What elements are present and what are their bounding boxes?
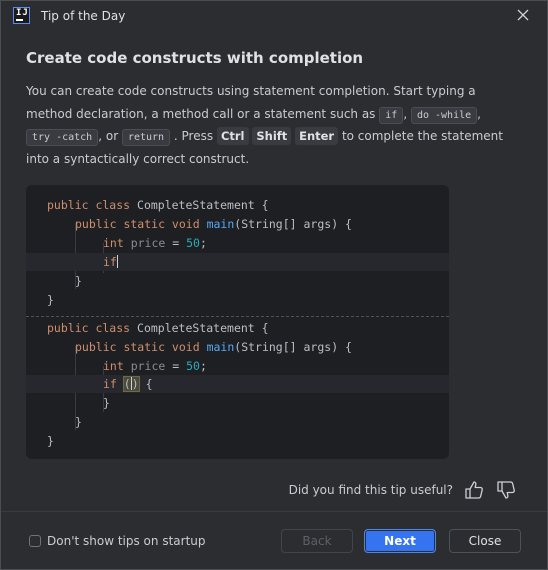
code-line: } — [26, 272, 449, 290]
code-token-try-catch: try -catch — [26, 129, 99, 147]
code-keyword: public static void — [75, 340, 207, 354]
code-keyword: int — [103, 236, 131, 250]
close-icon[interactable] — [515, 7, 531, 23]
next-button[interactable]: Next — [364, 529, 436, 553]
code-function: main — [206, 340, 235, 354]
code-line: } — [26, 432, 449, 450]
dont-show-tips-checkbox-row[interactable]: Don't show tips on startup — [29, 534, 206, 548]
code-text: CompleteStatement { — [137, 321, 269, 335]
window-title: Tip of the Day — [41, 9, 126, 23]
code-keyword: int — [103, 359, 131, 373]
code-line: public static void main(String[] args) { — [26, 215, 449, 233]
code-paren-close: ) — [131, 377, 139, 391]
code-line-current: if — [26, 253, 449, 271]
thumbs-up-icon[interactable] — [463, 479, 485, 501]
code-text: } — [75, 274, 82, 288]
code-variable: price — [130, 236, 166, 250]
code-line: public class CompleteStatement { — [26, 319, 449, 337]
code-line: public static void main(String[] args) { — [26, 338, 449, 356]
code-paren-open: ( — [123, 377, 131, 391]
key-enter: Enter — [295, 127, 339, 146]
code-keyword: public class — [47, 321, 138, 335]
tip-text-part1: You can create code constructs using sta… — [26, 84, 476, 121]
code-text: } — [75, 415, 82, 429]
code-line: public class CompleteStatement { — [26, 196, 449, 214]
code-line: } — [26, 291, 449, 309]
code-variable: price — [130, 359, 166, 373]
code-function: main — [206, 217, 235, 231]
intellij-app-icon: IJ — [13, 7, 30, 24]
code-token-return: return — [121, 129, 171, 147]
dont-show-tips-checkbox[interactable] — [29, 535, 41, 547]
code-text: ; — [199, 359, 207, 373]
code-line-current: if () { — [26, 375, 449, 393]
back-button[interactable]: Back — [281, 529, 353, 553]
code-text: (String[] args) { — [234, 340, 352, 354]
code-text: (String[] args) { — [234, 217, 352, 231]
tip-or-word: , or — [98, 129, 119, 144]
code-number: 50 — [186, 236, 200, 250]
feedback-question: Did you find this tip useful? — [288, 483, 453, 497]
app-icon-bar — [16, 19, 23, 21]
code-divider — [26, 316, 449, 317]
app-icon-text: IJ — [16, 8, 29, 18]
code-text: } — [47, 434, 54, 448]
highlighted-parentheses: () — [122, 376, 140, 392]
code-token-if: if — [379, 106, 404, 124]
feedback-row: Did you find this tip useful? — [289, 479, 517, 501]
code-text: = — [165, 236, 187, 250]
code-line: int price = 50; — [26, 357, 449, 375]
code-line: } — [26, 413, 449, 431]
code-keyword: if — [103, 255, 117, 269]
key-ctrl: Ctrl — [216, 127, 249, 146]
title-bar: IJ Tip of the Day — [1, 1, 547, 31]
close-button[interactable]: Close — [449, 529, 521, 553]
code-line: } — [26, 394, 449, 412]
code-text: } — [103, 396, 110, 410]
dont-show-tips-label[interactable]: Don't show tips on startup — [47, 534, 206, 548]
tip-press-word: . Press — [173, 129, 214, 144]
code-token-do-while: do -while — [410, 106, 478, 124]
code-keyword: public class — [47, 198, 138, 212]
code-text: } — [47, 293, 54, 307]
key-shift: Shift — [252, 127, 292, 146]
code-text: CompleteStatement { — [137, 198, 269, 212]
thumbs-down-icon[interactable] — [495, 479, 517, 501]
code-example: public class CompleteStatement { public … — [26, 185, 449, 459]
tip-content: Create code constructs with completion Y… — [26, 49, 516, 170]
tip-title: Create code constructs with completion — [26, 49, 364, 67]
tip-of-the-day-dialog: IJ Tip of the Day Create code constructs… — [0, 0, 548, 570]
dialog-footer: Don't show tips on startup Back Next Clo… — [1, 511, 547, 570]
tip-description: You can create code constructs using sta… — [26, 84, 503, 166]
code-text: = — [165, 359, 187, 373]
code-keyword: public static void — [75, 217, 207, 231]
text-caret — [116, 255, 118, 268]
code-line: int price = 50; — [26, 234, 449, 252]
code-keyword: if — [103, 377, 117, 391]
code-text: ; — [199, 236, 207, 250]
code-number: 50 — [186, 359, 200, 373]
code-text: { — [138, 377, 153, 391]
